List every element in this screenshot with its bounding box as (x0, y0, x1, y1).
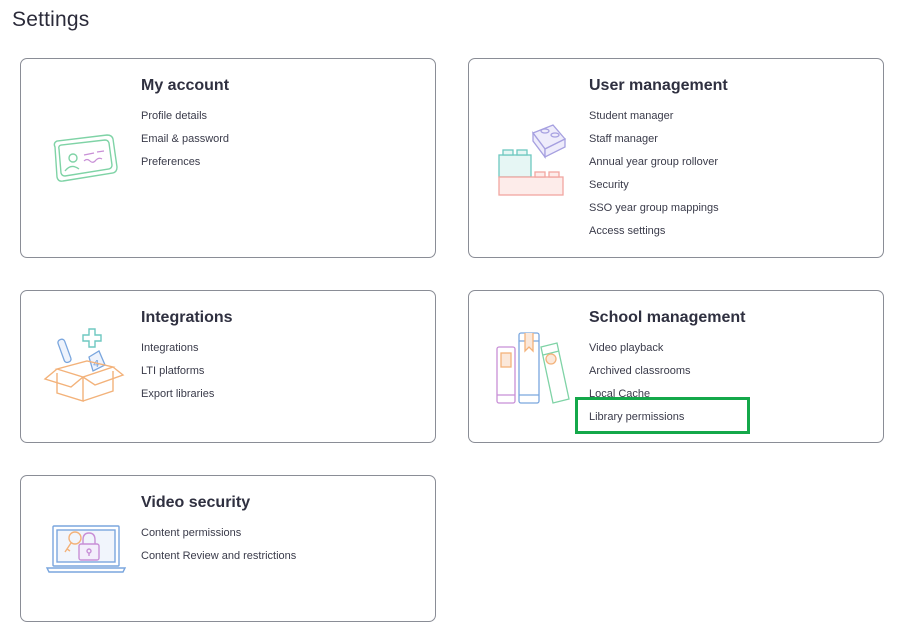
link-content-permissions[interactable]: Content permissions (141, 527, 241, 540)
link-lti-platforms[interactable]: LTI platforms (141, 365, 204, 378)
link-list: Integrations LTI platforms Export librar… (141, 338, 214, 407)
link-staff-manager[interactable]: Staff manager (589, 133, 658, 146)
link-archived-classrooms[interactable]: Archived classrooms (589, 365, 690, 378)
card-title: Integrations (141, 309, 233, 326)
svg-text:4: 4 (93, 359, 99, 370)
books-icon (496, 332, 570, 404)
link-list: Student manager Staff manager Annual yea… (589, 106, 719, 244)
link-list: Profile details Email & password Prefere… (141, 106, 229, 175)
card-video-security: Video security Content permissions Conte… (20, 475, 436, 622)
link-integrations[interactable]: Integrations (141, 342, 198, 355)
open-box-icon: 4 (43, 328, 125, 402)
building-blocks-icon (498, 124, 567, 196)
link-content-review-restrictions[interactable]: Content Review and restrictions (141, 550, 296, 563)
card-title: My account (141, 77, 230, 94)
link-list: Content permissions Content Review and r… (141, 523, 296, 569)
card-school-management: School management Video playback Archive… (468, 290, 884, 443)
link-sso-year-group-mappings[interactable]: SSO year group mappings (589, 202, 719, 215)
laptop-lock-icon (45, 525, 127, 573)
link-list: Video playback Archived classrooms Local… (589, 338, 690, 430)
page-title: Settings (12, 8, 90, 31)
link-export-libraries[interactable]: Export libraries (141, 388, 214, 401)
card-integrations: 4 Integrations Integrations LTI platform… (20, 290, 436, 443)
card-my-account: My account Profile details Email & passw… (20, 58, 436, 258)
link-library-permissions[interactable]: Library permissions (589, 411, 684, 424)
link-access-settings[interactable]: Access settings (589, 225, 665, 238)
card-title: Video security (141, 494, 251, 511)
link-profile-details[interactable]: Profile details (141, 110, 207, 123)
link-security[interactable]: Security (589, 179, 629, 192)
link-annual-year-group-rollover[interactable]: Annual year group rollover (589, 156, 718, 169)
link-video-playback[interactable]: Video playback (589, 342, 663, 355)
link-email-password[interactable]: Email & password (141, 133, 229, 146)
card-title: School management (589, 309, 746, 326)
card-user-management: User management Student manager Staff ma… (468, 58, 884, 258)
id-card-icon (53, 134, 118, 182)
link-local-cache[interactable]: Local Cache (589, 388, 650, 401)
link-student-manager[interactable]: Student manager (589, 110, 673, 123)
link-preferences[interactable]: Preferences (141, 156, 200, 169)
card-title: User management (589, 77, 728, 94)
